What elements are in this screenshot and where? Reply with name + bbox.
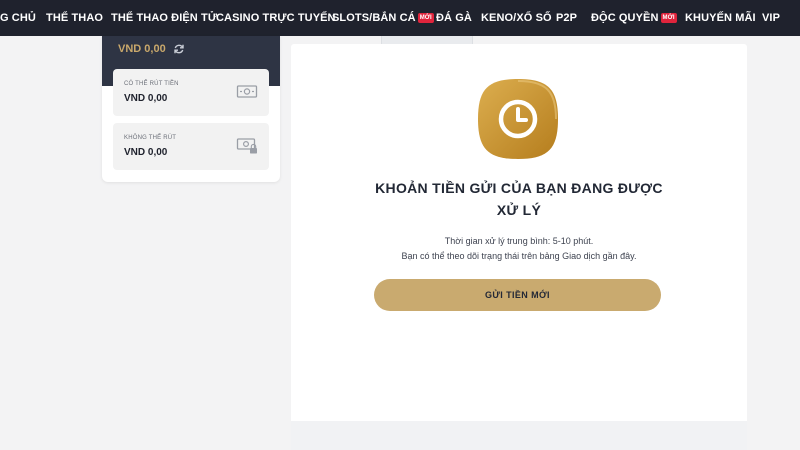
new-deposit-button[interactable]: GỬI TIỀN MỚI bbox=[374, 279, 661, 311]
wallet-balance: VND 0,00 bbox=[118, 43, 166, 55]
nav-item-p2p[interactable]: P2P bbox=[556, 0, 577, 36]
new-badge: MỚI bbox=[417, 13, 434, 23]
non-withdrawable-value: VND 0,00 bbox=[124, 147, 168, 158]
top-nav: G CHỦ THỂ THAO THỂ THAO ĐIỆN TỬ CASINO T… bbox=[0, 0, 800, 36]
deposit-status-panel: KHOẢN TIỀN GỬI CỦA BẠN ĐANG ĐƯỢC XỬ LÝ T… bbox=[291, 44, 747, 450]
nav-item-label: P2P bbox=[556, 12, 578, 24]
nav-item-label: SLOTS/BẮN CÁ bbox=[332, 12, 416, 24]
track-status-text: Bạn có thể theo dõi trạng thái trên bảng… bbox=[401, 251, 637, 261]
new-badge: MỚI bbox=[660, 13, 677, 23]
nav-item-label: THỂ THAO ĐIỆN TỬ bbox=[111, 12, 218, 24]
nav-item-label: KHUYẾN MÃI bbox=[685, 12, 756, 24]
withdrawable-label: CÓ THỂ RÚT TIỀN bbox=[124, 81, 179, 87]
withdrawable-card: CÓ THỂ RÚT TIỀN VND 0,00 bbox=[113, 69, 269, 116]
nav-item-label: VIP bbox=[762, 12, 781, 24]
nav-item-cockfighting[interactable]: ĐÁ GÀ bbox=[436, 0, 472, 36]
locked-banknote-icon bbox=[236, 138, 257, 154]
nav-item-label: KENO/XỔ SỐ bbox=[481, 12, 552, 24]
non-withdrawable-card: KHÔNG THỂ RÚT VND 0,00 bbox=[113, 123, 269, 170]
nav-item-label: ĐỘC QUYỀN bbox=[591, 12, 659, 24]
status-info: Thời gian xử lý trung bình: 5-10 phút. B… bbox=[331, 234, 707, 264]
banknote-icon bbox=[236, 85, 258, 98]
status-title-line1: KHOẢN TIỀN GỬI CỦA BẠN ĐANG ĐƯỢC bbox=[375, 180, 663, 196]
nav-item-casino[interactable]: CASINO TRỰC TUYẾN bbox=[216, 0, 336, 36]
refresh-icon[interactable] bbox=[173, 43, 185, 55]
nav-item-label: THỂ THAO bbox=[46, 12, 104, 24]
nav-item-home[interactable]: G CHỦ bbox=[0, 0, 36, 36]
nav-item-keno-lottery[interactable]: KENO/XỔ SỐ bbox=[481, 0, 552, 36]
nav-item-promotions[interactable]: KHUYẾN MÃI bbox=[685, 0, 756, 36]
non-withdrawable-label: KHÔNG THỂ RÚT bbox=[124, 135, 177, 141]
nav-item-label: G CHỦ bbox=[0, 12, 36, 24]
nav-item-label: CASINO TRỰC TUYẾN bbox=[216, 12, 336, 24]
clock-icon bbox=[478, 79, 558, 159]
nav-item-esports[interactable]: THỂ THAO ĐIỆN TỬ bbox=[111, 0, 217, 36]
panel-footer bbox=[291, 421, 747, 450]
panel-tab-strip bbox=[381, 36, 473, 44]
nav-item-exclusive[interactable]: ĐỘC QUYỀN MỚI bbox=[591, 0, 677, 36]
wallet-card: VND 0,00 CÓ THỂ RÚT TIỀN VND 0,00 KHÔNG … bbox=[102, 36, 280, 182]
nav-item-vip[interactable]: VIP bbox=[762, 0, 780, 36]
nav-item-label: ĐÁ GÀ bbox=[436, 12, 472, 24]
status-title-line2: XỬ LÝ bbox=[496, 202, 542, 218]
status-title: KHOẢN TIỀN GỬI CỦA BẠN ĐANG ĐƯỢC XỬ LÝ bbox=[331, 177, 707, 221]
nav-item-slots[interactable]: SLOTS/BẮN CÁ MỚI bbox=[332, 0, 434, 36]
withdrawable-value: VND 0,00 bbox=[124, 93, 168, 104]
nav-item-sports[interactable]: THỂ THAO bbox=[46, 0, 103, 36]
processing-time-text: Thời gian xử lý trung bình: 5-10 phút. bbox=[444, 236, 594, 246]
